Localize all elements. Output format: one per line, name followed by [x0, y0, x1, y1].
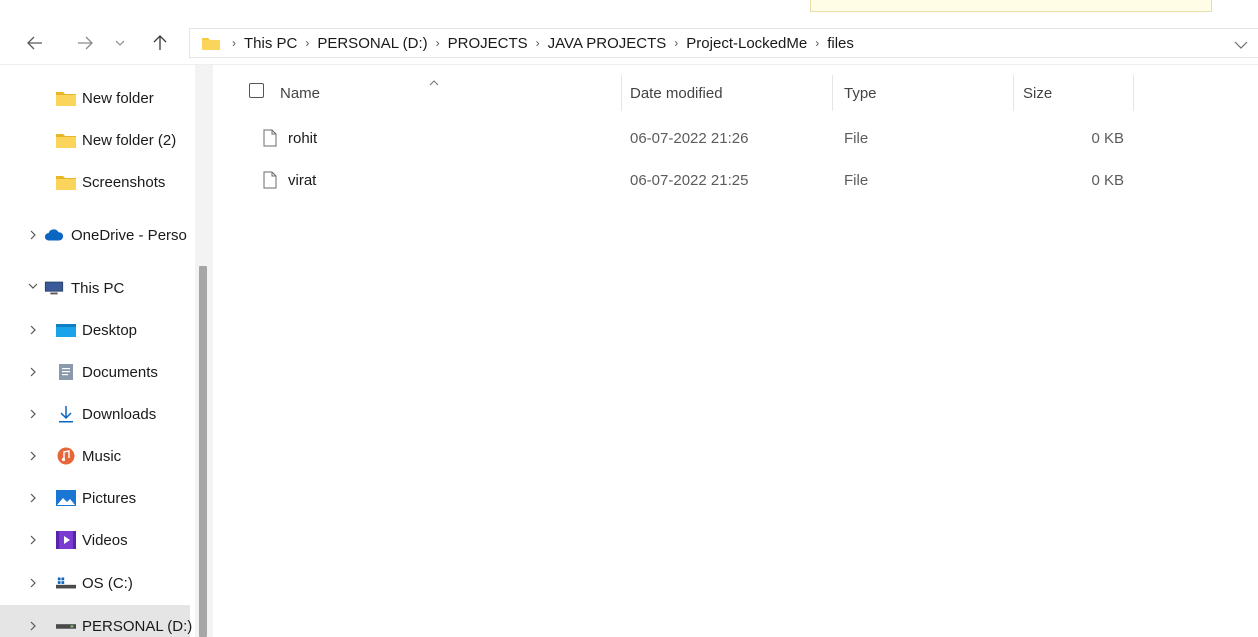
sidebar-item-desktop[interactable]: Desktop	[0, 309, 190, 351]
sidebar-item-screenshots[interactable]: Screenshots	[0, 161, 190, 203]
column-header-size[interactable]: Size	[1023, 77, 1052, 109]
file-name[interactable]: rohit	[288, 117, 317, 159]
sidebar-item-label: Documents	[82, 363, 158, 381]
drive-icon	[56, 575, 76, 591]
folder-icon	[56, 90, 76, 106]
breadcrumb-separator: ›	[232, 36, 236, 50]
desktop-icon	[56, 322, 76, 338]
file-icon	[263, 159, 277, 201]
pictures-icon	[56, 490, 76, 506]
column-separator[interactable]	[621, 75, 622, 111]
breadcrumb-separator[interactable]: ›	[815, 36, 819, 50]
table-row[interactable]: rohit 06-07-2022 21:26 File 0 KB	[213, 117, 1258, 159]
sidebar-item-label: OneDrive - Perso	[71, 226, 187, 244]
file-size: 0 KB	[1091, 171, 1124, 189]
chevron-right-icon[interactable]	[28, 367, 38, 377]
breadcrumb-separator[interactable]: ›	[536, 36, 540, 50]
column-separator[interactable]	[1133, 75, 1134, 111]
file-type: File	[844, 129, 869, 147]
column-header-name[interactable]: Name	[280, 77, 320, 109]
sidebar-item-label: Screenshots	[82, 173, 166, 191]
sidebar-item-label: Videos	[82, 531, 128, 549]
chevron-right-icon[interactable]	[28, 578, 38, 588]
search-box-edge[interactable]	[810, 0, 1212, 12]
sidebar-item-documents[interactable]: Documents	[0, 351, 190, 393]
address-bar[interactable]: › This PC › PERSONAL (D:) › PROJECTS › J…	[189, 28, 1258, 58]
breadcrumb: › This PC › PERSONAL (D:) › PROJECTS › J…	[224, 35, 854, 52]
folder-icon	[56, 174, 76, 190]
sidebar-item-this-pc[interactable]: This PC	[0, 267, 190, 309]
breadcrumb-project-lockedme[interactable]: Project-LockedMe	[686, 35, 807, 52]
breadcrumb-java-projects[interactable]: JAVA PROJECTS	[548, 35, 667, 52]
sidebar-item-label: This PC	[71, 279, 125, 297]
table-row[interactable]: virat 06-07-2022 21:25 File 0 KB	[213, 159, 1258, 201]
sidebar-item-label: New folder	[82, 89, 154, 107]
file-name[interactable]: virat	[288, 159, 316, 201]
sidebar-item-pictures[interactable]: Pictures	[0, 477, 190, 519]
breadcrumb-separator[interactable]: ›	[436, 36, 440, 50]
folder-icon	[202, 36, 220, 50]
chevron-down-icon[interactable]	[28, 283, 38, 289]
download-icon	[56, 406, 76, 423]
chevron-right-icon[interactable]	[28, 230, 38, 240]
sidebar-item-label: New folder (2)	[82, 131, 177, 149]
sidebar-item-label: OS (C:)	[82, 574, 133, 592]
documents-icon	[56, 364, 76, 380]
chevron-right-icon[interactable]	[28, 325, 38, 335]
file-list: Name Date modified Type Size rohit 06-07…	[213, 65, 1258, 637]
sidebar-item-label: Downloads	[82, 405, 157, 423]
sidebar-item-label: Music	[82, 447, 122, 465]
sidebar-item-music[interactable]: Music	[0, 435, 190, 477]
column-separator[interactable]	[832, 75, 833, 111]
chevron-right-icon[interactable]	[28, 621, 38, 631]
sidebar-item-videos[interactable]: Videos	[0, 519, 190, 561]
sidebar-item-label: Desktop	[82, 321, 138, 339]
back-arrow-icon[interactable]	[20, 28, 50, 58]
cloud-icon	[44, 227, 64, 243]
file-date-modified: 06-07-2022 21:25	[630, 171, 749, 189]
sidebar-item-new-folder-2[interactable]: New folder (2)	[0, 119, 190, 161]
up-arrow-icon[interactable]	[148, 28, 172, 58]
sidebar-item-downloads[interactable]: Downloads	[0, 393, 190, 435]
sidebar-item-personal-d[interactable]: PERSONAL (D:)	[0, 605, 193, 637]
column-header-date-modified[interactable]: Date modified	[630, 77, 723, 109]
videos-icon	[56, 531, 76, 549]
breadcrumb-separator[interactable]: ›	[674, 36, 678, 50]
breadcrumb-separator[interactable]: ›	[305, 36, 309, 50]
file-type: File	[844, 171, 869, 189]
select-all-checkbox[interactable]	[249, 83, 264, 98]
music-icon	[56, 447, 76, 465]
drive-icon	[56, 618, 76, 634]
sidebar-item-new-folder[interactable]: New folder	[0, 77, 190, 119]
file-icon	[263, 117, 277, 159]
chevron-right-icon[interactable]	[28, 451, 38, 461]
sort-ascending-icon	[429, 73, 439, 91]
chevron-right-icon[interactable]	[28, 535, 38, 545]
address-history-chevron-icon[interactable]	[1234, 36, 1248, 54]
sidebar-item-label: Pictures	[82, 489, 137, 507]
navigation-pane: New folder New folder (2) Screenshots On…	[0, 65, 213, 637]
chevron-right-icon[interactable]	[28, 493, 38, 503]
sidebar-item-onedrive[interactable]: OneDrive - Perso	[0, 214, 190, 256]
breadcrumb-projects[interactable]: PROJECTS	[448, 35, 528, 52]
breadcrumb-files[interactable]: files	[827, 35, 854, 52]
folder-icon	[56, 132, 76, 148]
chevron-right-icon[interactable]	[28, 409, 38, 419]
sidebar-item-os-c[interactable]: OS (C:)	[0, 562, 190, 604]
title-toolbar: › This PC › PERSONAL (D:) › PROJECTS › J…	[0, 0, 1258, 64]
breadcrumb-personal[interactable]: PERSONAL (D:)	[317, 35, 427, 52]
breadcrumb-this-pc[interactable]: This PC	[244, 35, 297, 52]
file-size: 0 KB	[1091, 129, 1124, 147]
column-header-type[interactable]: Type	[844, 77, 877, 109]
file-date-modified: 06-07-2022 21:26	[630, 129, 749, 147]
column-separator[interactable]	[1013, 75, 1014, 111]
sidebar-item-label: PERSONAL (D:)	[82, 617, 193, 635]
forward-arrow-icon[interactable]	[70, 28, 100, 58]
chevron-down-icon[interactable]	[110, 28, 130, 58]
computer-icon	[44, 280, 64, 296]
sidebar-scrollbar-thumb[interactable]	[199, 266, 207, 637]
